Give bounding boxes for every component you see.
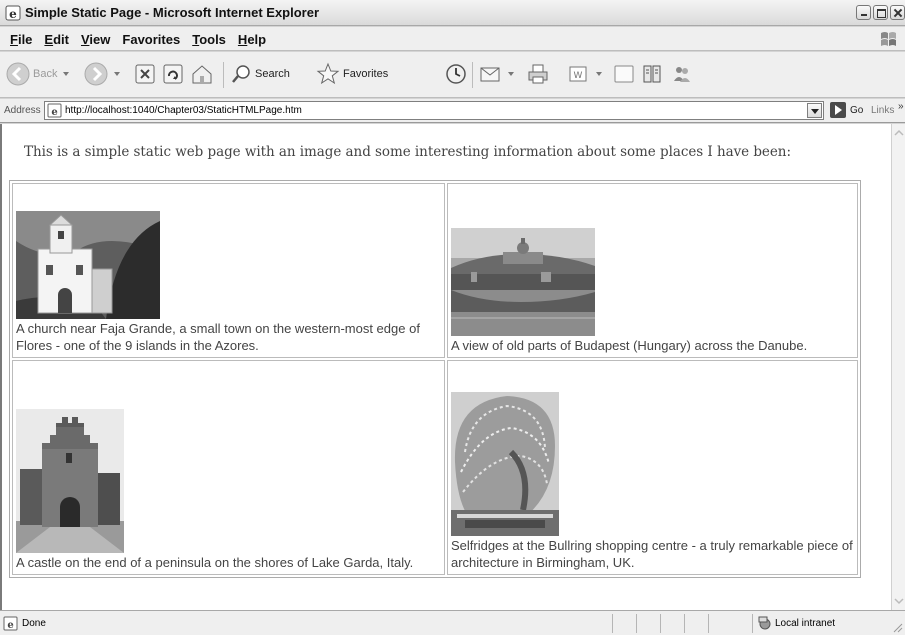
mail-icon	[480, 67, 500, 82]
minimize-button[interactable]	[856, 5, 871, 20]
svg-text:e: e	[7, 620, 13, 631]
mail-dropdown-icon[interactable]	[508, 72, 514, 76]
menu-favorites[interactable]: Favorites	[118, 32, 188, 47]
research-button[interactable]	[640, 58, 664, 90]
scroll-down-icon[interactable]	[894, 596, 904, 606]
back-button[interactable]: Back	[6, 58, 70, 90]
messenger-icon	[674, 67, 690, 82]
resize-grip-icon[interactable]	[892, 622, 903, 633]
svg-text:W: W	[574, 71, 583, 81]
zone-text: Local intranet	[775, 618, 836, 629]
budapest-photo	[450, 228, 595, 336]
edit-document-icon: W	[569, 66, 587, 82]
discuss-icon	[614, 65, 634, 83]
table-cell: A church near Faja Grande, a small town …	[12, 183, 445, 358]
title-bar: e Simple Static Page - Microsoft Interne…	[0, 0, 905, 26]
scroll-up-icon[interactable]	[894, 128, 904, 138]
ie-icon: e	[5, 5, 21, 21]
photo-caption: A church near Faja Grande, a small town …	[16, 321, 420, 353]
vertical-scrollbar[interactable]	[891, 124, 905, 610]
refresh-button[interactable]	[162, 58, 184, 90]
forward-button[interactable]	[84, 58, 120, 90]
home-icon	[192, 65, 212, 84]
stop-icon	[135, 64, 155, 84]
search-icon	[232, 65, 250, 83]
photo-caption: A castle on the end of a peninsula on th…	[16, 555, 414, 570]
address-dropdown-icon[interactable]	[807, 103, 822, 118]
stop-button[interactable]	[134, 58, 156, 90]
table-cell: Selfridges at the Bullring shopping cent…	[446, 360, 858, 575]
edit-dropdown-icon[interactable]	[596, 72, 602, 76]
menu-bar: File Edit View Favorites Tools Help	[0, 27, 905, 51]
links-button[interactable]: Links	[871, 105, 894, 116]
places-table: A church near Faja Grande, a small town …	[9, 180, 861, 578]
mail-button[interactable]	[478, 58, 514, 90]
star-icon	[316, 62, 340, 85]
menu-file[interactable]: File	[6, 32, 40, 47]
table-cell: A view of old parts of Budapest (Hungary…	[446, 183, 858, 358]
history-icon	[446, 64, 466, 84]
back-dropdown-icon[interactable]	[63, 72, 70, 76]
page-viewport: This is a simple static web page with an…	[0, 124, 891, 610]
photo-caption: A view of old parts of Budapest (Hungary…	[450, 338, 808, 353]
home-button[interactable]	[190, 58, 214, 90]
status-text: Done	[22, 618, 46, 629]
search-button[interactable]: Search	[230, 58, 290, 90]
menu-view[interactable]: View	[77, 32, 118, 47]
maximize-button[interactable]	[873, 5, 888, 20]
go-button[interactable]: Go	[830, 102, 863, 118]
page-done-icon: e	[3, 616, 18, 631]
print-button[interactable]	[526, 58, 550, 90]
edit-button[interactable]: W	[566, 58, 602, 90]
address-input[interactable]: e http://localhost:1040/Chapter03/Static…	[44, 101, 824, 120]
go-arrow-icon	[830, 102, 846, 118]
address-url: http://localhost:1040/Chapter03/StaticHT…	[65, 105, 302, 116]
forward-arrow-icon	[84, 62, 108, 86]
history-button[interactable]	[444, 58, 468, 90]
close-button[interactable]	[890, 5, 905, 20]
forward-dropdown-icon[interactable]	[114, 72, 120, 76]
status-bar: e Done Local intranet	[0, 610, 905, 635]
window-title: Simple Static Page - Microsoft Internet …	[25, 5, 320, 20]
table-cell: A castle on the end of a peninsula on th…	[12, 360, 445, 575]
messenger-button[interactable]	[670, 58, 694, 90]
table-row: A castle on the end of a peninsula on th…	[11, 359, 859, 576]
menu-tools[interactable]: Tools	[188, 32, 234, 47]
page-icon: e	[47, 103, 62, 118]
church-photo	[16, 211, 160, 319]
table-row: A church near Faja Grande, a small town …	[11, 182, 859, 359]
print-icon	[528, 64, 548, 84]
page-intro: This is a simple static web page with an…	[24, 144, 791, 160]
refresh-icon	[163, 64, 183, 84]
windows-flag-icon	[881, 32, 896, 46]
address-bar: Address e http://localhost:1040/Chapter0…	[0, 99, 905, 123]
local-intranet-icon	[758, 616, 771, 630]
links-chevron-icon[interactable]: »	[898, 101, 904, 112]
menu-help[interactable]: Help	[234, 32, 274, 47]
discuss-button[interactable]	[612, 58, 636, 90]
back-arrow-icon	[6, 62, 30, 86]
svg-text:e: e	[51, 107, 57, 118]
svg-text:e: e	[9, 7, 17, 21]
castle-photo	[16, 409, 124, 553]
photo-caption: Selfridges at the Bullring shopping cent…	[450, 538, 853, 570]
research-book-icon	[643, 65, 661, 83]
standard-toolbar: Back Search Favorites W	[0, 52, 905, 98]
selfridges-photo	[450, 392, 559, 536]
address-label: Address	[4, 105, 41, 116]
menu-edit[interactable]: Edit	[40, 32, 77, 47]
favorites-button[interactable]: Favorites	[316, 58, 388, 90]
